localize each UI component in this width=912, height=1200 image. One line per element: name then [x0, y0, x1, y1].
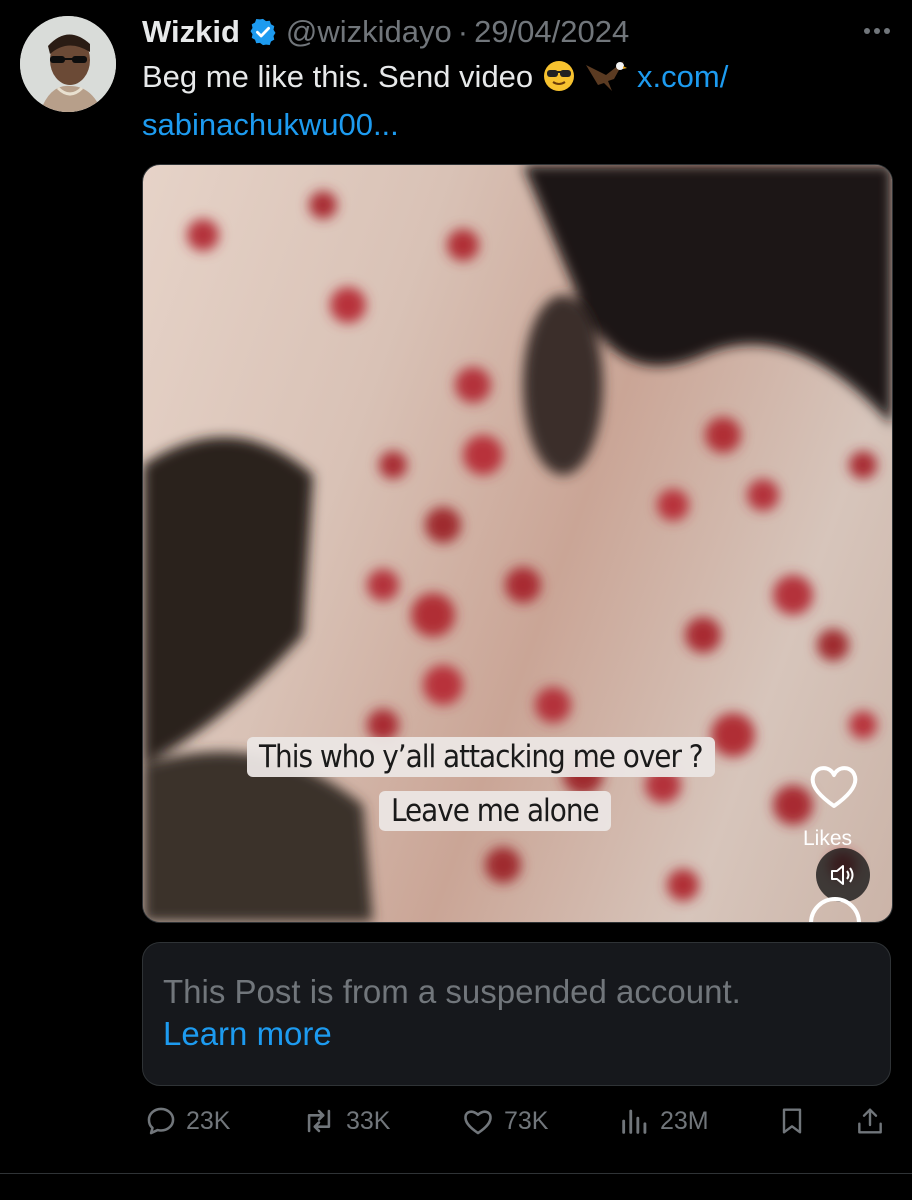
suspended-text: This Post is from a suspended account. — [163, 973, 741, 1010]
author-avatar[interactable] — [20, 16, 116, 112]
reply-icon — [144, 1104, 178, 1138]
suspended-notice: This Post is from a suspended account. L… — [142, 942, 891, 1086]
post-link-part2[interactable]: sabinachukwu00... — [142, 107, 399, 142]
learn-more-link[interactable]: Learn more — [163, 1013, 332, 1055]
post-text: Beg me like this. Send video x.com/ sabi… — [142, 56, 862, 146]
video-caption-line1: This who y’all attacking me over ? — [247, 737, 715, 777]
post-body: Beg me like this. Send video — [142, 59, 534, 94]
heart-icon[interactable] — [806, 760, 862, 812]
author-name[interactable]: Wizkid — [142, 14, 240, 50]
author-handle[interactable]: @wizkidayo — [286, 14, 452, 50]
views-button[interactable]: 23M — [618, 1104, 709, 1138]
post-link-part1[interactable]: x.com/ — [637, 59, 728, 94]
reply-button[interactable]: 23K — [144, 1104, 230, 1138]
share-button[interactable] — [854, 1104, 886, 1138]
speaker-icon[interactable] — [816, 848, 870, 902]
more-icon[interactable] — [856, 26, 890, 38]
like-button[interactable]: 73K — [460, 1104, 548, 1138]
reply-count: 23K — [186, 1106, 231, 1135]
separator-dot: · — [457, 14, 469, 49]
post-header: Wizkid @wizkidayo · 29/04/2024 — [142, 10, 892, 54]
sunglasses-emoji — [542, 59, 576, 104]
eagle-emoji — [584, 59, 628, 104]
share-icon — [854, 1104, 886, 1138]
repost-icon — [300, 1104, 338, 1138]
views-icon — [618, 1104, 652, 1138]
like-count: 73K — [504, 1106, 549, 1135]
divider — [0, 1173, 912, 1174]
bookmark-button[interactable] — [776, 1104, 808, 1138]
repost-button[interactable]: 33K — [300, 1104, 390, 1138]
video-caption-line2: Leave me alone — [379, 791, 611, 831]
bookmark-icon — [776, 1104, 808, 1138]
post-date[interactable]: 29/04/2024 — [474, 14, 629, 50]
video-media[interactable]: This who y’all attacking me over ? Leave… — [142, 164, 893, 923]
action-bar: 23K 33K 73K 23M — [142, 1104, 892, 1148]
views-count: 23M — [660, 1106, 709, 1135]
like-icon — [460, 1104, 496, 1138]
repost-count: 33K — [346, 1106, 391, 1135]
verified-icon — [248, 17, 278, 47]
